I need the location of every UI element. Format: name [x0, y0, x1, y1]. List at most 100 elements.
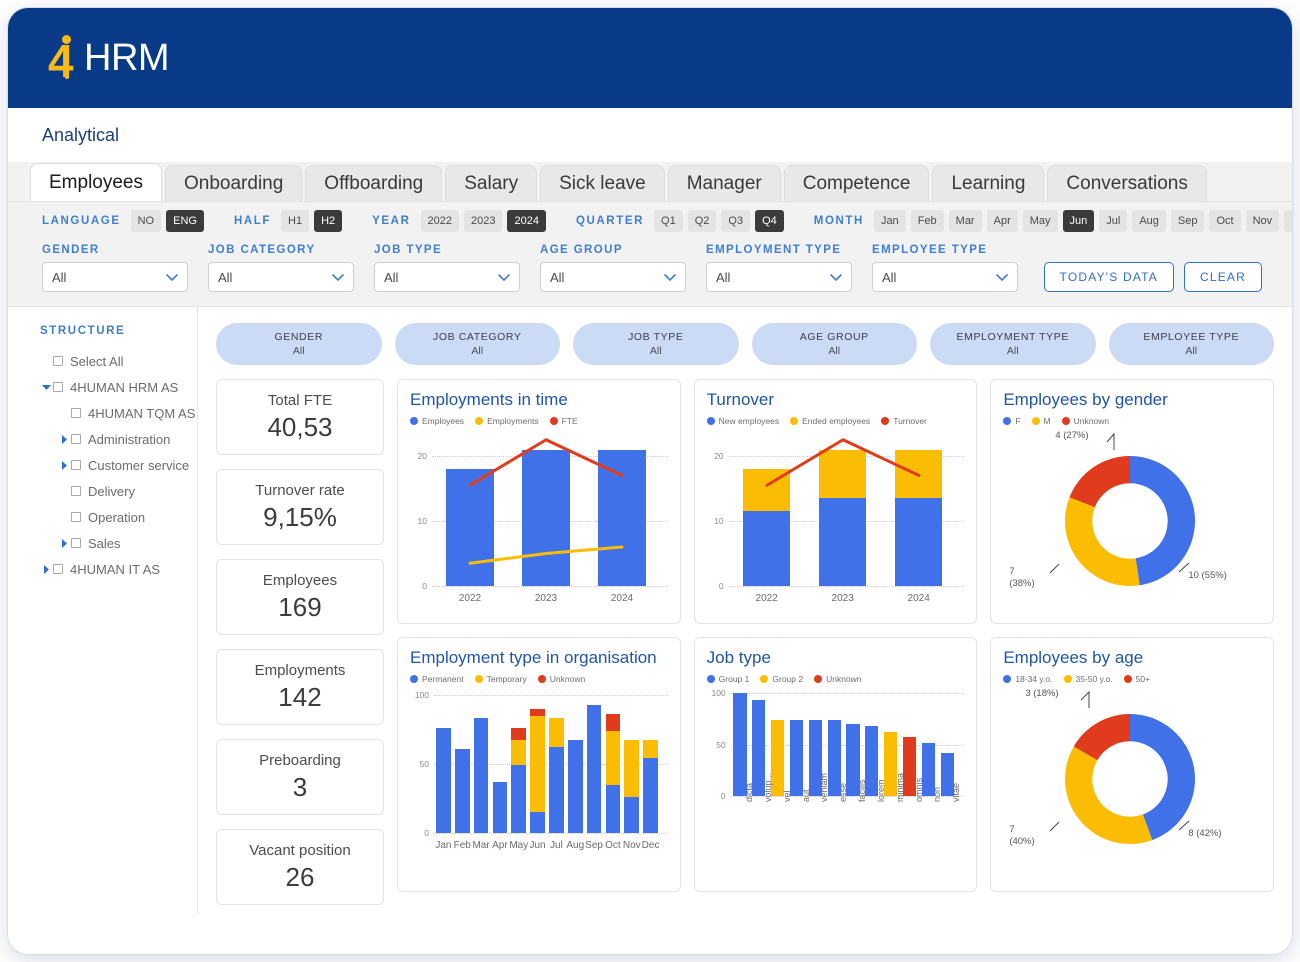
legend-swatch-icon — [760, 675, 769, 683]
logo-body-icon — [65, 45, 69, 79]
legend-label: Employments — [487, 416, 539, 426]
checkbox-icon[interactable] — [53, 382, 63, 392]
tree-item-select-all[interactable]: Select All — [40, 351, 197, 371]
chip-month-jan[interactable]: Jan — [873, 210, 906, 232]
line-series-fte — [468, 438, 624, 487]
chip-month-mar[interactable]: Mar — [948, 210, 982, 232]
x-tick-label: Feb — [453, 840, 471, 851]
checkbox-icon[interactable] — [71, 538, 81, 548]
pill-job-type[interactable]: JOB TYPE All — [573, 323, 739, 365]
tree-item-4human-it-as[interactable]: 4HUMAN IT AS — [40, 559, 197, 579]
legend-item-permanent: Permanent — [410, 674, 464, 684]
tab-salary[interactable]: Salary — [445, 165, 538, 201]
pill-job-category[interactable]: JOB CATEGORY All — [394, 323, 560, 365]
tree-item-4human-tqm-as[interactable]: 4HUMAN TQM AS — [40, 403, 197, 423]
legend-label: Turnover — [893, 416, 927, 426]
x-tick-label: esse — [838, 782, 849, 802]
chip-month-oct[interactable]: Oct — [1209, 210, 1241, 232]
filter-value: All — [550, 269, 565, 285]
tree-item-4human-hrm-as[interactable]: 4HUMAN HRM AS — [40, 377, 197, 397]
filter-select-job-category[interactable]: All — [208, 262, 354, 292]
chevron-right-icon[interactable] — [40, 564, 53, 574]
checkbox-icon[interactable] — [53, 564, 63, 574]
legend-item-temporary: Temporary — [474, 674, 527, 684]
chart-plot: 8 (42%) 7 (40%) 3 (18%) — [1003, 688, 1261, 878]
pill-gender[interactable]: GENDER All — [216, 323, 382, 365]
tree-item-operation[interactable]: Operation — [40, 507, 197, 527]
chip-month-aug[interactable]: Aug — [1132, 210, 1166, 232]
filter-value: All — [384, 269, 399, 285]
chip-month-sep[interactable]: Sep — [1170, 210, 1205, 232]
tab-manager[interactable]: Manager — [667, 165, 781, 201]
checkbox-icon[interactable] — [71, 512, 81, 522]
chevron-right-icon[interactable] — [58, 434, 71, 444]
tab-sick-leave[interactable]: Sick leave — [540, 165, 665, 201]
checkbox-icon[interactable] — [71, 486, 81, 496]
logo-person-icon: 4 — [48, 33, 82, 84]
chevron-right-icon[interactable] — [58, 460, 71, 470]
chip-month-dec[interactable]: Dec — [1284, 210, 1292, 232]
logo[interactable]: 4 HRM — [48, 33, 170, 84]
filter-select-age-group[interactable]: All — [540, 262, 686, 292]
tab-offboarding[interactable]: Offboarding — [305, 165, 443, 201]
filter-select-gender[interactable]: All — [42, 262, 188, 292]
filter-select-employee-type[interactable]: All — [872, 262, 1018, 292]
chip-quarter-q1[interactable]: Q1 — [654, 210, 683, 232]
legend-swatch-icon — [475, 417, 484, 425]
pill-employee-type[interactable]: EMPLOYEE TYPE All — [1108, 323, 1274, 365]
chip-month-feb[interactable]: Feb — [910, 210, 944, 232]
chip-quarter-q2[interactable]: Q2 — [687, 210, 717, 232]
breadcrumb-label: Analytical — [42, 124, 120, 145]
tab-label: Competence — [802, 172, 911, 194]
clear-button[interactable]: CLEAR — [1183, 262, 1262, 292]
tree-item-delivery[interactable]: Delivery — [40, 481, 197, 501]
tab-competence[interactable]: Competence — [783, 165, 930, 201]
chip-month-may[interactable]: May — [1022, 210, 1058, 232]
filter-select-employment-type[interactable]: All — [706, 262, 852, 292]
checkbox-icon[interactable] — [71, 408, 81, 418]
legend-swatch-icon — [474, 675, 483, 683]
tree-item-customer-service[interactable]: Customer service — [40, 455, 197, 475]
chip-month-jun[interactable]: Jun — [1062, 210, 1095, 232]
tab-learning[interactable]: Learning — [932, 165, 1045, 201]
chip-half-h2[interactable]: H2 — [314, 210, 343, 232]
tree-item-administration[interactable]: Administration — [40, 429, 197, 449]
chip-language-eng[interactable]: ENG — [166, 210, 204, 232]
bar — [733, 693, 747, 796]
tab-employees[interactable]: Employees — [30, 163, 162, 201]
pill-value: All — [649, 345, 662, 357]
tree-item-label: Delivery — [88, 483, 135, 499]
todays-data-button[interactable]: TODAY'S DATA — [1043, 262, 1174, 292]
checkbox-icon[interactable] — [71, 434, 81, 444]
chip-month-nov[interactable]: Nov — [1245, 210, 1280, 232]
x-tick-label: Oct — [605, 840, 621, 851]
pill-title: AGE GROUP — [799, 331, 869, 343]
bar-segment — [530, 715, 545, 813]
chip-month-apr[interactable]: Apr — [986, 210, 1018, 232]
legend-swatch-icon — [1003, 417, 1012, 425]
chip-half-h1[interactable]: H1 — [281, 210, 310, 232]
chevron-right-icon[interactable] — [58, 538, 71, 548]
tab-onboarding[interactable]: Onboarding — [165, 165, 303, 201]
chip-year-2022[interactable]: 2022 — [420, 210, 459, 232]
checkbox-icon[interactable] — [53, 356, 63, 366]
chip-language-no[interactable]: NO — [130, 210, 162, 232]
y-tick-label: 50 — [419, 758, 429, 769]
chip-year-2023[interactable]: 2023 — [463, 210, 503, 232]
tree-item-label: Operation — [88, 509, 146, 525]
chart-grid: Employments in time Employees Employment… — [397, 379, 1274, 905]
chip-year-2024[interactable]: 2024 — [507, 210, 546, 232]
tab-conversations[interactable]: Conversations — [1047, 165, 1207, 201]
pill-employment-type[interactable]: EMPLOYMENT TYPE All — [930, 323, 1096, 365]
chip-quarter-q4[interactable]: Q4 — [755, 210, 784, 232]
chevron-down-icon[interactable] — [40, 384, 53, 391]
filter-select-job-type[interactable]: All — [374, 262, 520, 292]
chart-card-employees-by-age: Employees by age 18-34 y.o. 35-50 y.o. 5… — [990, 637, 1274, 892]
checkbox-icon[interactable] — [71, 460, 81, 470]
pill-title: JOB TYPE — [628, 331, 684, 343]
chip-month-jul[interactable]: Jul — [1099, 210, 1128, 232]
chip-quarter-q3[interactable]: Q3 — [721, 210, 751, 232]
tree-item-sales[interactable]: Sales — [40, 533, 197, 553]
pill-age-group[interactable]: AGE GROUP All — [751, 323, 917, 365]
chart-legend: 18-34 y.o. 35-50 y.o. 50+ — [1003, 674, 1261, 684]
